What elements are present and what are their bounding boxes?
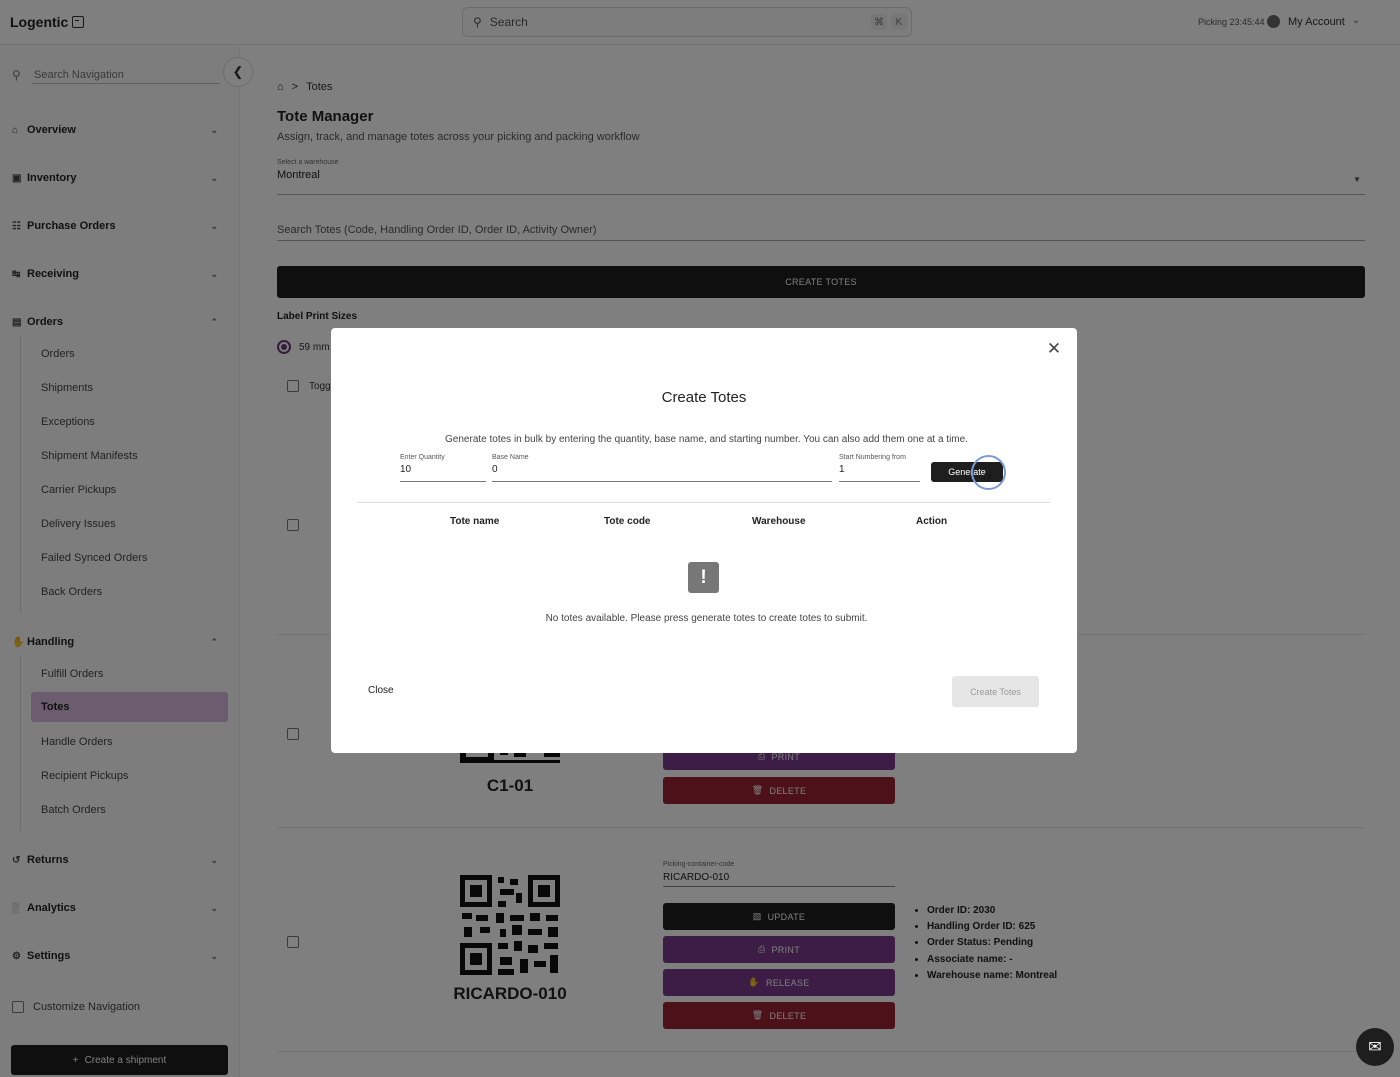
empty-state-message: No totes available. Please press generat… [545,613,868,624]
start-number-value: 1 [839,464,845,475]
base-name-value: 0 [492,464,498,475]
mouse-cursor-icon: ☞ [983,470,994,484]
create-totes-dialog: ✕ Create Totes Generate totes in bulk by… [331,328,1077,753]
close-button[interactable]: Close [368,685,394,696]
start-number-label: Start Numbering from [839,454,906,461]
dialog-divider [357,502,1050,503]
base-name-field[interactable]: Base Name 0 [492,454,832,482]
column-header-tote-code: Tote code [604,516,651,527]
quantity-value: 10 [400,464,412,475]
column-header-tote-name: Tote name [450,516,500,527]
dialog-description: Generate totes in bulk by entering the q… [445,434,968,445]
create-totes-submit-button[interactable]: Create Totes [952,676,1039,707]
close-icon[interactable]: ✕ [1043,338,1065,360]
quantity-field[interactable]: Enter Quantity 10 [400,454,486,482]
chat-icon: ✉ [1368,1039,1382,1056]
quantity-label: Enter Quantity [400,454,445,461]
column-header-action: Action [916,516,948,527]
start-number-field[interactable]: Start Numbering from 1 [839,454,920,482]
dialog-title: Create Totes [661,389,747,406]
base-name-label: Base Name [492,454,529,461]
column-header-warehouse: Warehouse [752,516,806,527]
warning-icon: ! [688,562,719,593]
chat-button[interactable]: ✉ [1356,1028,1394,1066]
